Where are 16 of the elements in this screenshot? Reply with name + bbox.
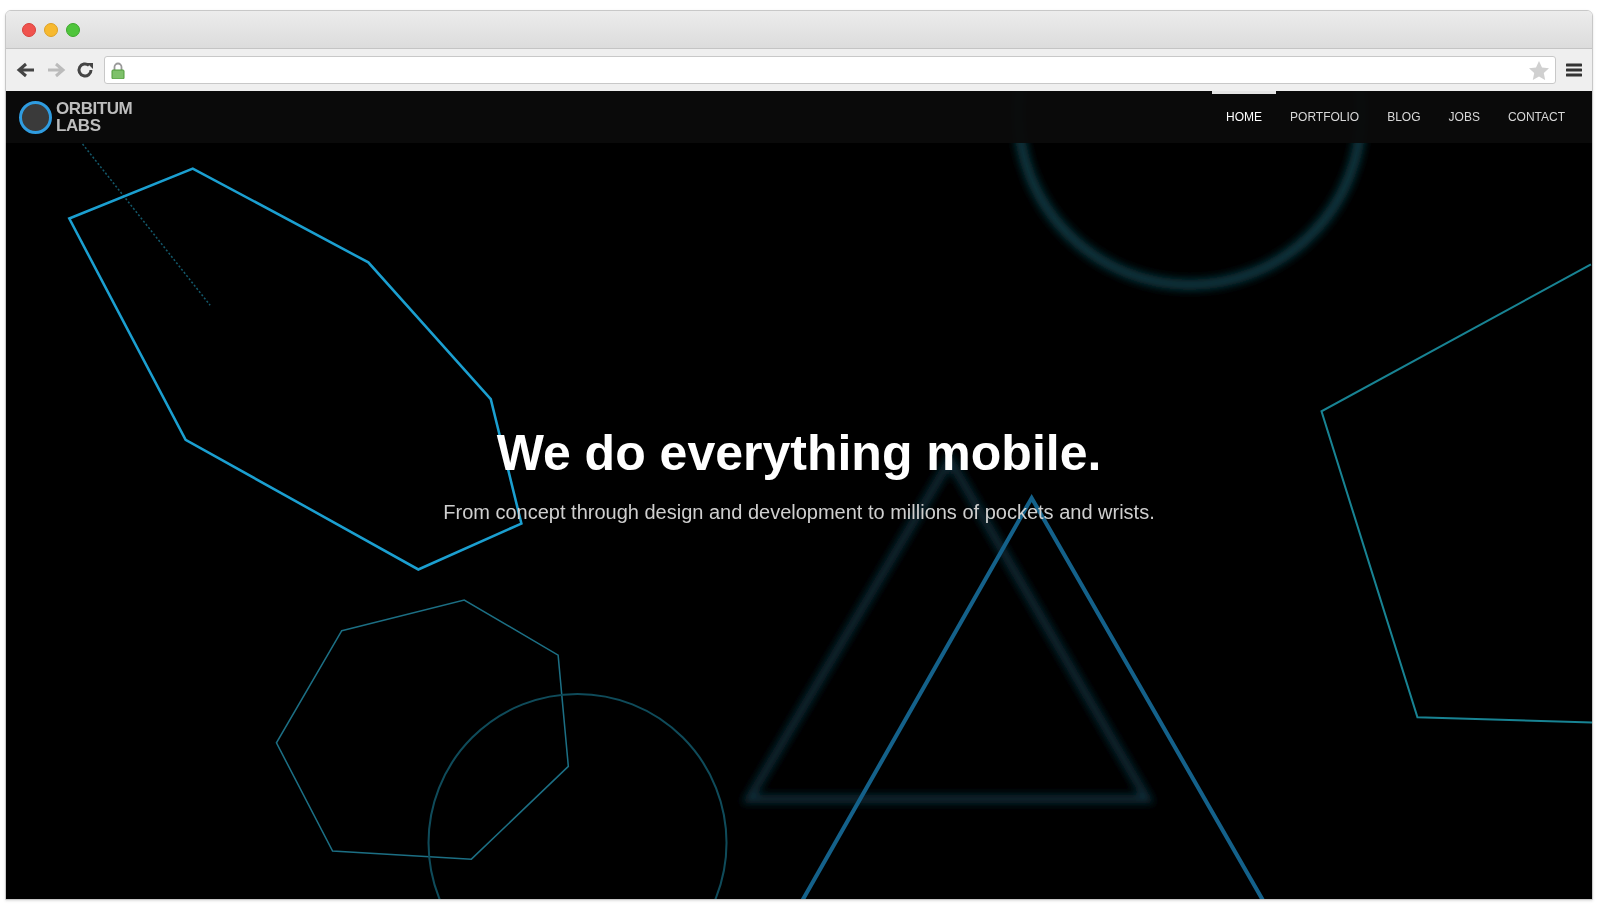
minimize-window-icon[interactable] (44, 22, 58, 37)
nav-link[interactable]: HOME (1212, 91, 1277, 143)
forward-arrow-icon[interactable] (46, 62, 66, 78)
menu-icon[interactable] (1566, 63, 1582, 77)
address-bar[interactable] (104, 56, 1556, 84)
bookmark-star-icon[interactable] (1529, 60, 1549, 80)
nav-link[interactable]: PORTFOLIO (1276, 91, 1374, 143)
back-arrow-icon[interactable] (16, 62, 36, 78)
nav-link[interactable]: BLOG (1373, 91, 1435, 143)
nav-link[interactable]: JOBS (1434, 91, 1494, 143)
padlock-icon (111, 61, 125, 79)
maximize-window-icon[interactable] (66, 22, 80, 37)
reload-icon[interactable] (76, 61, 94, 79)
close-window-icon[interactable] (22, 22, 36, 37)
nav-link[interactable]: CONTACT (1493, 91, 1579, 143)
logo-text: ORBITUM LABS (56, 100, 133, 134)
